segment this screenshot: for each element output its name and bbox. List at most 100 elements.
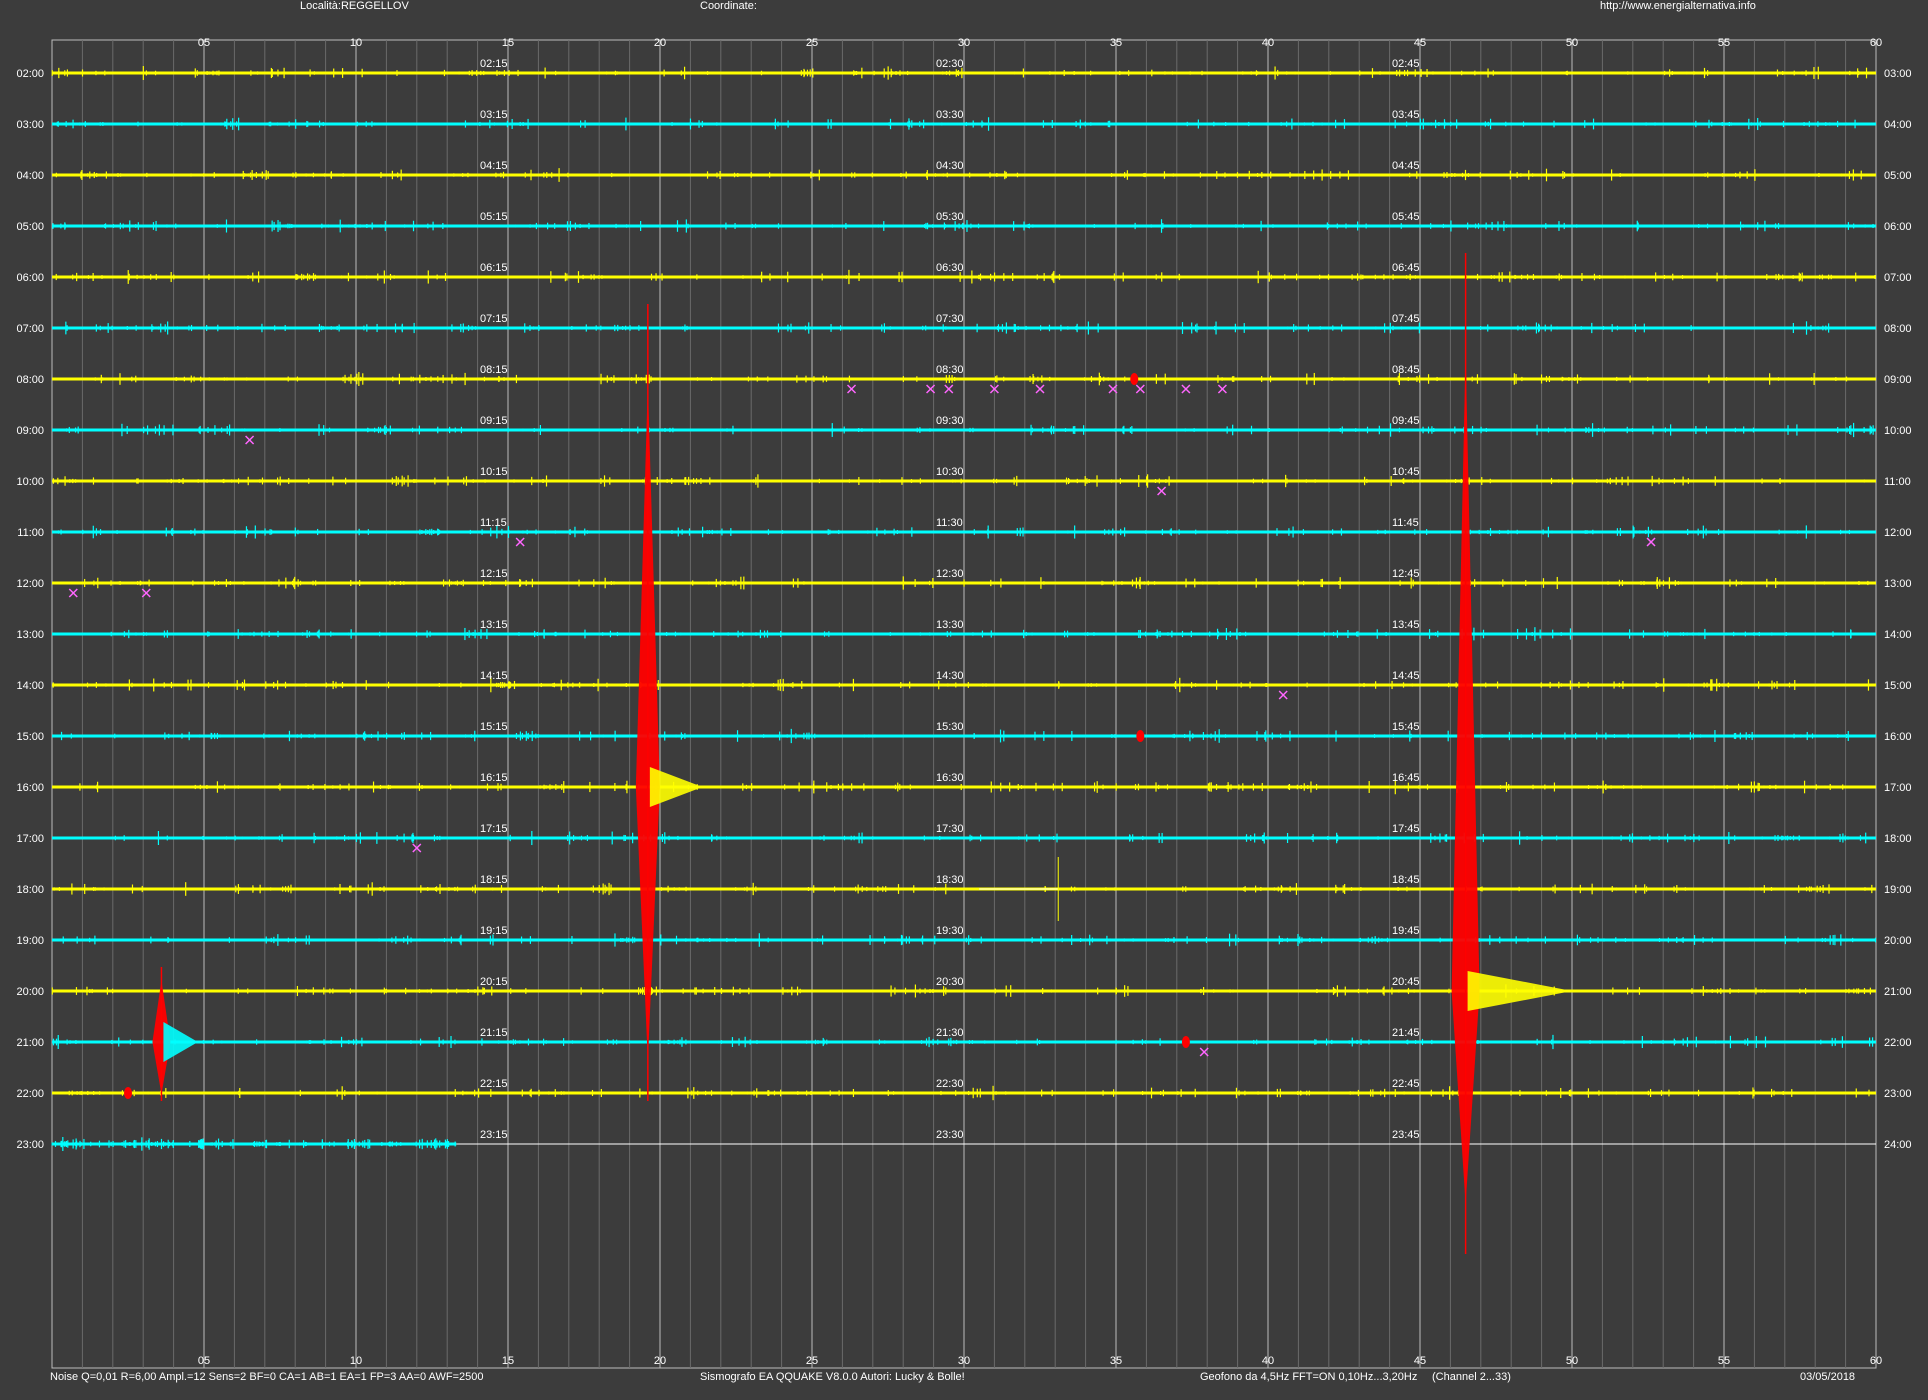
date-label: 03/05/2018 xyxy=(1800,1371,1856,1383)
row-time-right: 07:00 xyxy=(1884,272,1912,284)
red-blip xyxy=(124,1087,132,1099)
row-time-left: 13:00 xyxy=(16,629,44,641)
channel-info: (Channel 2...33) xyxy=(1432,1371,1511,1383)
row-quarter-label: 07:15 xyxy=(480,313,508,325)
row-quarter-label: 02:30 xyxy=(936,58,964,70)
row-quarter-label: 10:15 xyxy=(480,466,508,478)
x-tick-label-top: 30 xyxy=(958,37,970,49)
event-marker xyxy=(1217,384,1227,394)
row-quarter-label: 21:30 xyxy=(936,1027,964,1039)
seismogram-chart: 05 05 10 10 15 15 20 20 25 25 30 30 35 35 40 40 45 45 50 50… xyxy=(16,37,1912,1369)
row-time-right: 22:00 xyxy=(1884,1037,1912,1049)
row-quarter-label: 12:45 xyxy=(1392,568,1420,580)
x-tick-label-top: 25 xyxy=(806,37,818,49)
row-time-right: 21:00 xyxy=(1884,986,1912,998)
row-quarter-label: 23:30 xyxy=(936,1129,964,1141)
row-quarter-label: 19:30 xyxy=(936,925,964,937)
x-tick-label-top: 55 xyxy=(1718,37,1730,49)
row-quarter-label: 09:45 xyxy=(1392,415,1420,427)
event-marker xyxy=(68,588,78,598)
row-quarter-label: 11:15 xyxy=(480,517,507,529)
row-quarter-label: 17:30 xyxy=(936,823,964,835)
x-tick-label-bottom: 60 xyxy=(1870,1355,1882,1367)
row-time-left: 20:00 xyxy=(16,986,44,998)
x-tick-label-top: 15 xyxy=(502,37,514,49)
row-quarter-label: 15:30 xyxy=(936,721,964,733)
row-time-left: 16:00 xyxy=(16,782,44,794)
row-time-right: 17:00 xyxy=(1884,782,1912,794)
x-tick-label-top: 60 xyxy=(1870,37,1882,49)
row-time-left: 23:00 xyxy=(16,1139,44,1151)
row-quarter-label: 23:15 xyxy=(480,1129,508,1141)
row-quarter-label: 02:45 xyxy=(1392,58,1420,70)
row-quarter-label: 06:45 xyxy=(1392,262,1420,274)
row-quarter-label: 10:45 xyxy=(1392,466,1420,478)
row-time-left: 11:00 xyxy=(17,527,44,539)
x-tick-label-bottom: 55 xyxy=(1718,1355,1730,1367)
row-time-left: 09:00 xyxy=(16,425,44,437)
row-time-left: 17:00 xyxy=(16,833,44,845)
x-tick-label-bottom: 45 xyxy=(1414,1355,1426,1367)
row-quarter-label: 20:30 xyxy=(936,976,964,988)
row-time-left: 05:00 xyxy=(16,221,44,233)
row-time-right: 04:00 xyxy=(1884,119,1912,131)
row-time-right: 18:00 xyxy=(1884,833,1912,845)
row-time-left: 12:00 xyxy=(16,578,44,590)
x-tick-label-bottom: 30 xyxy=(958,1355,970,1367)
row-quarter-label: 07:45 xyxy=(1392,313,1420,325)
row-quarter-label: 03:30 xyxy=(936,109,964,121)
row-time-right: 03:00 xyxy=(1884,68,1912,80)
row-quarter-label: 18:45 xyxy=(1392,874,1420,886)
row-time-right: 10:00 xyxy=(1884,425,1912,437)
row-time-right: 13:00 xyxy=(1884,578,1912,590)
x-tick-label-bottom: 15 xyxy=(502,1355,514,1367)
row-quarter-label: 21:45 xyxy=(1392,1027,1420,1039)
row-time-left: 07:00 xyxy=(16,323,44,335)
row-quarter-label: 06:30 xyxy=(936,262,964,274)
row-time-right: 11:00 xyxy=(1884,476,1911,488)
row-quarter-label: 11:45 xyxy=(1392,517,1419,529)
row-quarter-label: 14:45 xyxy=(1392,670,1420,682)
event-marker xyxy=(515,537,525,547)
row-time-left: 21:00 xyxy=(16,1037,44,1049)
red-blip xyxy=(1130,373,1139,385)
row-quarter-label: 08:45 xyxy=(1392,364,1420,376)
event-marker xyxy=(944,384,954,394)
row-quarter-label: 04:15 xyxy=(480,160,508,172)
row-time-right: 20:00 xyxy=(1884,935,1912,947)
row-quarter-label: 03:45 xyxy=(1392,109,1420,121)
row-time-right: 12:00 xyxy=(1884,527,1912,539)
row-quarter-label: 16:15 xyxy=(480,772,508,784)
row-quarter-label: 09:15 xyxy=(480,415,508,427)
row-time-right: 06:00 xyxy=(1884,221,1912,233)
row-quarter-label: 08:30 xyxy=(936,364,964,376)
row-quarter-label: 21:15 xyxy=(480,1027,508,1039)
row-time-right: 09:00 xyxy=(1884,374,1912,386)
row-time-left: 10:00 xyxy=(16,476,44,488)
x-tick-label-top: 45 xyxy=(1414,37,1426,49)
row-quarter-label: 05:30 xyxy=(936,211,964,223)
row-quarter-label: 04:45 xyxy=(1392,160,1420,172)
row-quarter-label: 09:30 xyxy=(936,415,964,427)
row-quarter-label: 20:15 xyxy=(480,976,508,988)
event-coda xyxy=(649,767,703,807)
software-credit: Sismografo EA QQUAKE V8.0.0 Autori: Luck… xyxy=(700,1371,965,1383)
event-marker xyxy=(1278,690,1288,700)
event-coda xyxy=(163,1022,198,1062)
event-envelope xyxy=(635,383,660,1062)
event-marker xyxy=(846,384,857,394)
row-quarter-label: 15:15 xyxy=(480,721,508,733)
row-quarter-label: 22:30 xyxy=(936,1078,964,1090)
event-marker xyxy=(1181,384,1191,394)
row-quarter-label: 18:30 xyxy=(936,874,964,886)
row-quarter-label: 07:30 xyxy=(936,313,964,325)
event-marker xyxy=(1035,384,1045,394)
red-blip xyxy=(1136,730,1145,742)
row-time-right: 23:00 xyxy=(1884,1088,1912,1100)
parameters-text: Noise Q=0,01 R=6,00 Ampl.=12 Sens=2 BF=0… xyxy=(50,1371,484,1383)
x-tick-label-bottom: 40 xyxy=(1262,1355,1274,1367)
row-time-right: 08:00 xyxy=(1884,323,1912,335)
event-marker xyxy=(245,435,255,445)
row-time-left: 02:00 xyxy=(16,68,44,80)
row-time-left: 14:00 xyxy=(16,680,44,692)
